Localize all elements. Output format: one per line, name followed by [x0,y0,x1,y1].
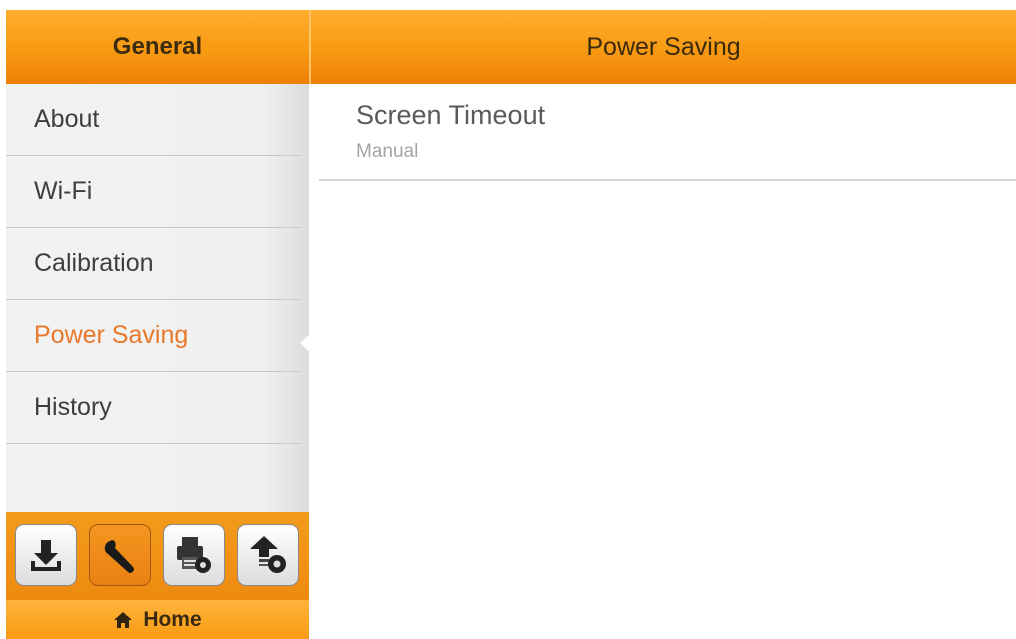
printer-settings-icon [177,537,211,573]
download-icon [31,540,61,571]
wrench-icon [104,540,134,573]
page-title: Power Saving [586,32,741,61]
top-strip [0,0,1016,10]
printer-settings-button[interactable] [163,524,225,586]
download-button[interactable] [15,524,77,586]
settings-panel: Screen Timeout Manual [311,84,1016,639]
sidebar-item-label: Wi-Fi [34,177,93,205]
setting-divider [319,179,1016,181]
settings-button[interactable] [89,524,151,586]
screen-timeout-setting[interactable]: Screen Timeout Manual [311,84,1016,180]
home-icon [114,611,133,628]
setting-value: Manual [356,141,419,162]
sidebar-item-label: About [34,105,100,133]
sidebar-item-label: History [34,393,112,421]
sidebar-header-title: General [112,33,203,60]
sidebar-item-label: Calibration [34,249,154,277]
sidebar-item-wifi[interactable]: Wi-Fi [6,156,300,228]
sidebar-item-power-saving[interactable]: Power Saving [6,300,300,372]
setting-title: Screen Timeout [356,100,546,130]
bottom-toolbar [6,512,309,600]
sidebar-header: General [6,10,309,84]
sidebar: About Wi-Fi Calibration Power Saving His… [6,84,315,512]
page-header: Power Saving [311,10,1016,84]
upload-settings-icon [250,536,286,573]
sidebar-item-about[interactable]: About [6,84,300,156]
sidebar-item-calibration[interactable]: Calibration [6,228,300,300]
upload-settings-button[interactable] [237,524,299,586]
home-label: Home [143,607,202,631]
home-button[interactable]: Home [6,600,309,639]
sidebar-item-label: Power Saving [34,321,189,349]
sidebar-item-history[interactable]: History [6,372,300,444]
